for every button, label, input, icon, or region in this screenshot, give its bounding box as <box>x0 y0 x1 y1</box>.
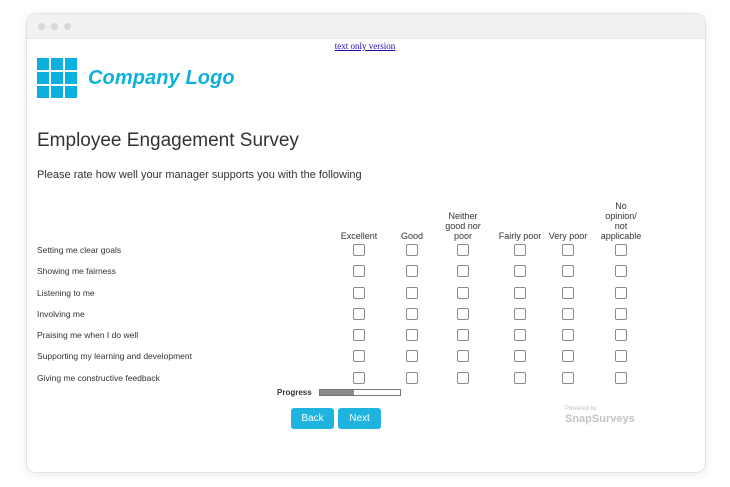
rating-checkbox[interactable] <box>514 244 526 256</box>
rating-checkbox[interactable] <box>514 287 526 299</box>
rating-checkbox[interactable] <box>457 308 469 320</box>
rating-checkbox[interactable] <box>615 287 627 299</box>
rating-checkbox[interactable] <box>562 350 574 362</box>
rating-checkbox[interactable] <box>615 372 627 384</box>
column-header-line: not <box>614 221 628 231</box>
rating-checkbox[interactable] <box>615 350 627 362</box>
rating-checkbox[interactable] <box>406 350 418 362</box>
column-header-line: Very poor <box>548 231 588 241</box>
rating-checkbox[interactable] <box>406 244 418 256</box>
row-label: Setting me clear goals <box>37 245 122 255</box>
progress-bar <box>319 389 401 396</box>
page-title: Employee Engagement Survey <box>37 130 299 151</box>
window-dot-icon <box>38 23 45 30</box>
row-label: Supporting my learning and development <box>37 351 192 361</box>
next-button[interactable]: Next <box>338 408 381 429</box>
row-label: Giving me constructive feedback <box>37 373 160 383</box>
company-logo: Company Logo <box>37 58 235 98</box>
rating-checkbox[interactable] <box>406 287 418 299</box>
rating-checkbox[interactable] <box>406 265 418 277</box>
rating-checkbox[interactable] <box>615 308 627 320</box>
logo-text: Company Logo <box>88 66 235 89</box>
column-header-line: poor <box>453 231 472 241</box>
column-header-line: Excellent <box>340 231 378 241</box>
rating-checkbox[interactable] <box>514 372 526 384</box>
row-label: Listening to me <box>37 288 95 298</box>
rating-checkbox[interactable] <box>353 308 365 320</box>
rating-checkbox[interactable] <box>353 372 365 384</box>
window-dot-icon <box>64 23 71 30</box>
rating-checkbox[interactable] <box>562 244 574 256</box>
rating-checkbox[interactable] <box>457 287 469 299</box>
back-button[interactable]: Back <box>291 408 334 429</box>
column-header-line: good nor <box>445 221 481 231</box>
column-header-line: opinion/ <box>605 211 637 221</box>
rating-checkbox[interactable] <box>406 329 418 341</box>
rating-checkbox[interactable] <box>615 329 627 341</box>
window-titlebar <box>27 14 705 39</box>
snap-surveys-brand: SnapSurveys <box>565 413 635 425</box>
powered-by-snap-surveys: Powered by SnapSurveys <box>565 406 635 425</box>
column-header: Good <box>401 231 423 241</box>
rating-checkbox[interactable] <box>406 308 418 320</box>
rating-checkbox[interactable] <box>353 329 365 341</box>
column-header-line: Good <box>400 231 424 241</box>
question-text: Please rate how well your manager suppor… <box>37 169 362 181</box>
rating-checkbox[interactable] <box>562 287 574 299</box>
rating-checkbox[interactable] <box>562 329 574 341</box>
column-header: Very poor <box>549 231 588 241</box>
logo-grid-icon <box>37 58 77 98</box>
column-header-line: Fairly poor <box>498 231 542 241</box>
column-header-line: No <box>615 201 627 211</box>
rating-checkbox[interactable] <box>514 265 526 277</box>
row-label: Praising me when I do well <box>37 330 139 340</box>
rating-checkbox[interactable] <box>562 372 574 384</box>
rating-checkbox[interactable] <box>514 350 526 362</box>
rating-checkbox[interactable] <box>457 350 469 362</box>
window-dot-icon <box>51 23 58 30</box>
rating-checkbox[interactable] <box>457 244 469 256</box>
column-header: Fairly poor <box>499 231 542 241</box>
column-header-line: applicable <box>600 231 642 241</box>
rating-checkbox[interactable] <box>457 265 469 277</box>
rating-checkbox[interactable] <box>353 350 365 362</box>
rating-checkbox[interactable] <box>615 244 627 256</box>
column-header-line: Neither <box>448 211 478 221</box>
rating-checkbox[interactable] <box>615 265 627 277</box>
progress-label: Progress <box>277 388 312 397</box>
powered-by-text: Powered by <box>565 406 597 412</box>
rating-checkbox[interactable] <box>457 329 469 341</box>
rating-checkbox[interactable] <box>406 372 418 384</box>
rating-checkbox[interactable] <box>514 308 526 320</box>
rating-checkbox[interactable] <box>562 265 574 277</box>
rating-checkbox[interactable] <box>353 244 365 256</box>
row-label: Involving me <box>37 309 85 319</box>
column-header: No opinion/not applicable <box>601 201 642 241</box>
progress-bar-fill <box>320 390 354 395</box>
rating-checkbox[interactable] <box>457 372 469 384</box>
rating-checkbox[interactable] <box>562 308 574 320</box>
column-header: Neither good nor poor <box>445 211 481 241</box>
column-header: Excellent <box>341 231 378 241</box>
text-only-version-link[interactable]: text only version <box>0 41 730 51</box>
rating-checkbox[interactable] <box>514 329 526 341</box>
rating-checkbox[interactable] <box>353 265 365 277</box>
rating-checkbox[interactable] <box>353 287 365 299</box>
row-label: Showing me fairness <box>37 266 116 276</box>
